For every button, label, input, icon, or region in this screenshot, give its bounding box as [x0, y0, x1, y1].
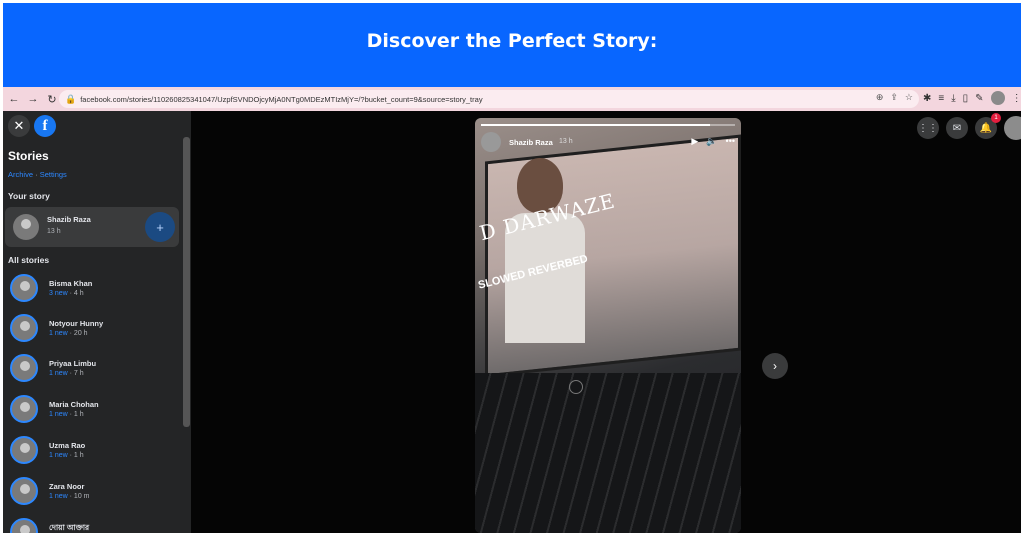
- story-header: Shazib Raza 13 h ▶ 🔈 •••: [481, 132, 735, 156]
- story-meta: 1 new · 20 h: [49, 330, 88, 337]
- list-item[interactable]: দোয়া আক্তার: [7, 515, 177, 533]
- your-story-heading: Your story: [8, 191, 50, 201]
- story-name: দোয়া আক্তার: [49, 523, 90, 532]
- top-right-actions: ⋮⋮ ✉ 🔔 1: [917, 113, 1021, 140]
- all-stories-heading: All stories: [8, 255, 50, 265]
- story-progress-fill: [481, 124, 710, 126]
- browser-toolbar: ← → ↻ 🔒 facebook.com/stories/11026082534…: [3, 87, 1021, 111]
- avatar: [10, 354, 38, 382]
- banner-title: Discover the Perfect Story:: [366, 29, 658, 52]
- story-meta: 1 new · 1 h: [49, 411, 84, 418]
- notification-badge: 1: [991, 113, 1001, 123]
- avatar: [10, 314, 38, 342]
- avatar: [13, 214, 39, 240]
- avatar: [10, 395, 38, 423]
- browser-actions: ✱ ≡ ⤓ ▯ ✎ ⋮: [923, 91, 1021, 105]
- url-text: facebook.com/stories/110260825341047/Uzp…: [80, 94, 483, 104]
- address-bar[interactable]: 🔒 facebook.com/stories/110260825341047/U…: [59, 90, 919, 108]
- edit-icon[interactable]: ✎: [975, 93, 983, 104]
- avatar: [10, 477, 38, 505]
- story-name: Uzma Rao: [49, 441, 86, 450]
- list-item[interactable]: Bisma Khan 3 new · 4 h: [7, 271, 177, 305]
- list-item[interactable]: Uzma Rao 1 new · 1 h: [7, 433, 177, 467]
- story-name: Notyour Hunny: [49, 319, 104, 328]
- facebook-logo-icon[interactable]: f: [34, 115, 56, 137]
- browser-profile-avatar[interactable]: [990, 91, 1005, 105]
- close-icon[interactable]: ✕: [8, 115, 30, 137]
- stories-title: Stories: [8, 149, 49, 163]
- story-author[interactable]: Shazib Raza: [509, 138, 553, 147]
- banner: Discover the Perfect Story:: [3, 3, 1021, 87]
- laptop-keyboard: [475, 373, 741, 533]
- your-story-card[interactable]: Shazib Raza 13 h +: [5, 207, 179, 247]
- reading-list-icon[interactable]: ≡: [938, 93, 944, 104]
- avatar: [10, 436, 38, 464]
- story-controls: ▶ 🔈 •••: [691, 136, 735, 147]
- avatar: [10, 518, 38, 533]
- story-progress-bar: [481, 124, 735, 126]
- your-story-time: 13 h: [47, 228, 61, 235]
- person-figure: [505, 158, 585, 343]
- add-story-button[interactable]: +: [145, 212, 175, 242]
- list-item[interactable]: Notyour Hunny 1 new · 20 h: [7, 311, 177, 345]
- story-name: Maria Chohan: [49, 400, 99, 409]
- extensions-icon[interactable]: ✱: [923, 93, 931, 104]
- your-story-name: Shazib Raza: [47, 215, 91, 224]
- story-image: D DARWAZE SLOWED REVERBED: [475, 118, 741, 533]
- account-avatar[interactable]: [1004, 116, 1021, 140]
- back-icon[interactable]: ←: [6, 93, 22, 105]
- play-icon[interactable]: ▶: [691, 136, 698, 147]
- story-time: 13 h: [559, 138, 573, 145]
- side-panel-icon[interactable]: ▯: [963, 93, 969, 104]
- download-icon[interactable]: ⤓: [951, 93, 955, 104]
- stories-links: Archive · Settings: [8, 170, 67, 179]
- story-meta: 1 new · 1 h: [49, 452, 84, 459]
- screenshot-frame: Discover the Perfect Story: ← → ↻ 🔒 face…: [3, 3, 1021, 533]
- next-story-button[interactable]: ›: [762, 353, 788, 379]
- story-meta: 3 new · 4 h: [49, 290, 84, 297]
- install-icon[interactable]: ⊕: [876, 92, 884, 103]
- story-name: Bisma Khan: [49, 279, 93, 288]
- archive-link[interactable]: Archive: [8, 170, 33, 179]
- menu-grid-icon[interactable]: ⋮⋮: [917, 117, 939, 139]
- avatar: [10, 274, 38, 302]
- url-actions: ⊕ ⇪ ☆: [876, 92, 913, 103]
- stories-sidebar: ✕ f Stories Archive · Settings Your stor…: [3, 111, 191, 533]
- notifications-icon[interactable]: 🔔 1: [975, 113, 1001, 139]
- volume-icon[interactable]: 🔈: [706, 136, 717, 147]
- story-name: Priyaa Limbu: [49, 359, 97, 368]
- lock-icon: 🔒: [65, 93, 77, 104]
- story-meta: 1 new · 10 m: [49, 493, 90, 500]
- sidebar-scrollbar[interactable]: [183, 137, 190, 427]
- list-item[interactable]: Zara Noor 1 new · 10 m: [7, 474, 177, 508]
- messenger-icon[interactable]: ✉: [946, 117, 968, 139]
- reload-icon[interactable]: ↻: [44, 93, 60, 106]
- menu-icon[interactable]: ⋮: [1012, 93, 1021, 104]
- forward-icon[interactable]: →: [25, 93, 41, 105]
- share-icon[interactable]: ⇪: [890, 92, 898, 103]
- more-options-icon[interactable]: •••: [726, 136, 735, 147]
- settings-link[interactable]: Settings: [40, 170, 67, 179]
- list-item[interactable]: Priyaa Limbu 1 new · 7 h: [7, 351, 177, 385]
- links-separator: ·: [35, 170, 38, 179]
- story-name: Zara Noor: [49, 482, 85, 491]
- bookmark-star-icon[interactable]: ☆: [905, 92, 913, 103]
- list-item[interactable]: Maria Chohan 1 new · 1 h: [7, 392, 177, 426]
- facebook-stories-app: ✕ f Stories Archive · Settings Your stor…: [3, 111, 1021, 533]
- laptop-logo: [569, 380, 583, 394]
- avatar[interactable]: [481, 132, 501, 152]
- story-meta: 1 new · 7 h: [49, 370, 84, 377]
- story-viewer[interactable]: D DARWAZE SLOWED REVERBED Shazib Raza 13…: [475, 118, 741, 533]
